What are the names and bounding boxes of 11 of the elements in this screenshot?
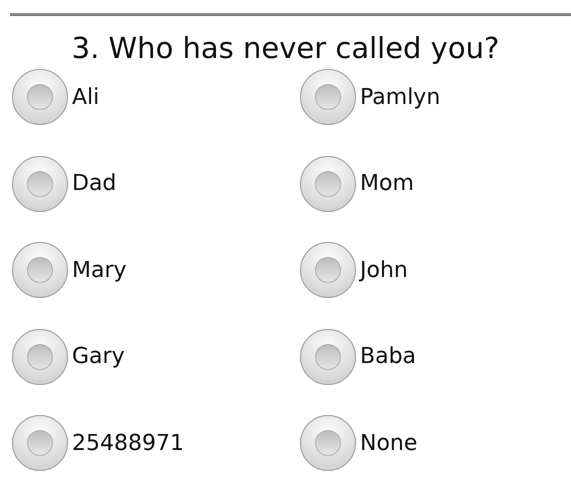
option-label[interactable]: John bbox=[360, 258, 408, 282]
option-label[interactable]: Pamlyn bbox=[360, 84, 440, 110]
option-label[interactable]: Dad bbox=[72, 171, 116, 196]
option-label[interactable]: 25488971 bbox=[72, 430, 184, 456]
option-label[interactable]: Ali bbox=[72, 84, 100, 110]
option-label[interactable]: Mom bbox=[360, 171, 414, 196]
option-label[interactable]: None bbox=[360, 430, 418, 456]
option-label[interactable]: Mary bbox=[72, 258, 127, 282]
option-label[interactable]: Gary bbox=[72, 344, 125, 369]
option-label[interactable]: Baba bbox=[360, 344, 416, 369]
question-title: 3. Who has never called you? bbox=[70, 30, 500, 66]
